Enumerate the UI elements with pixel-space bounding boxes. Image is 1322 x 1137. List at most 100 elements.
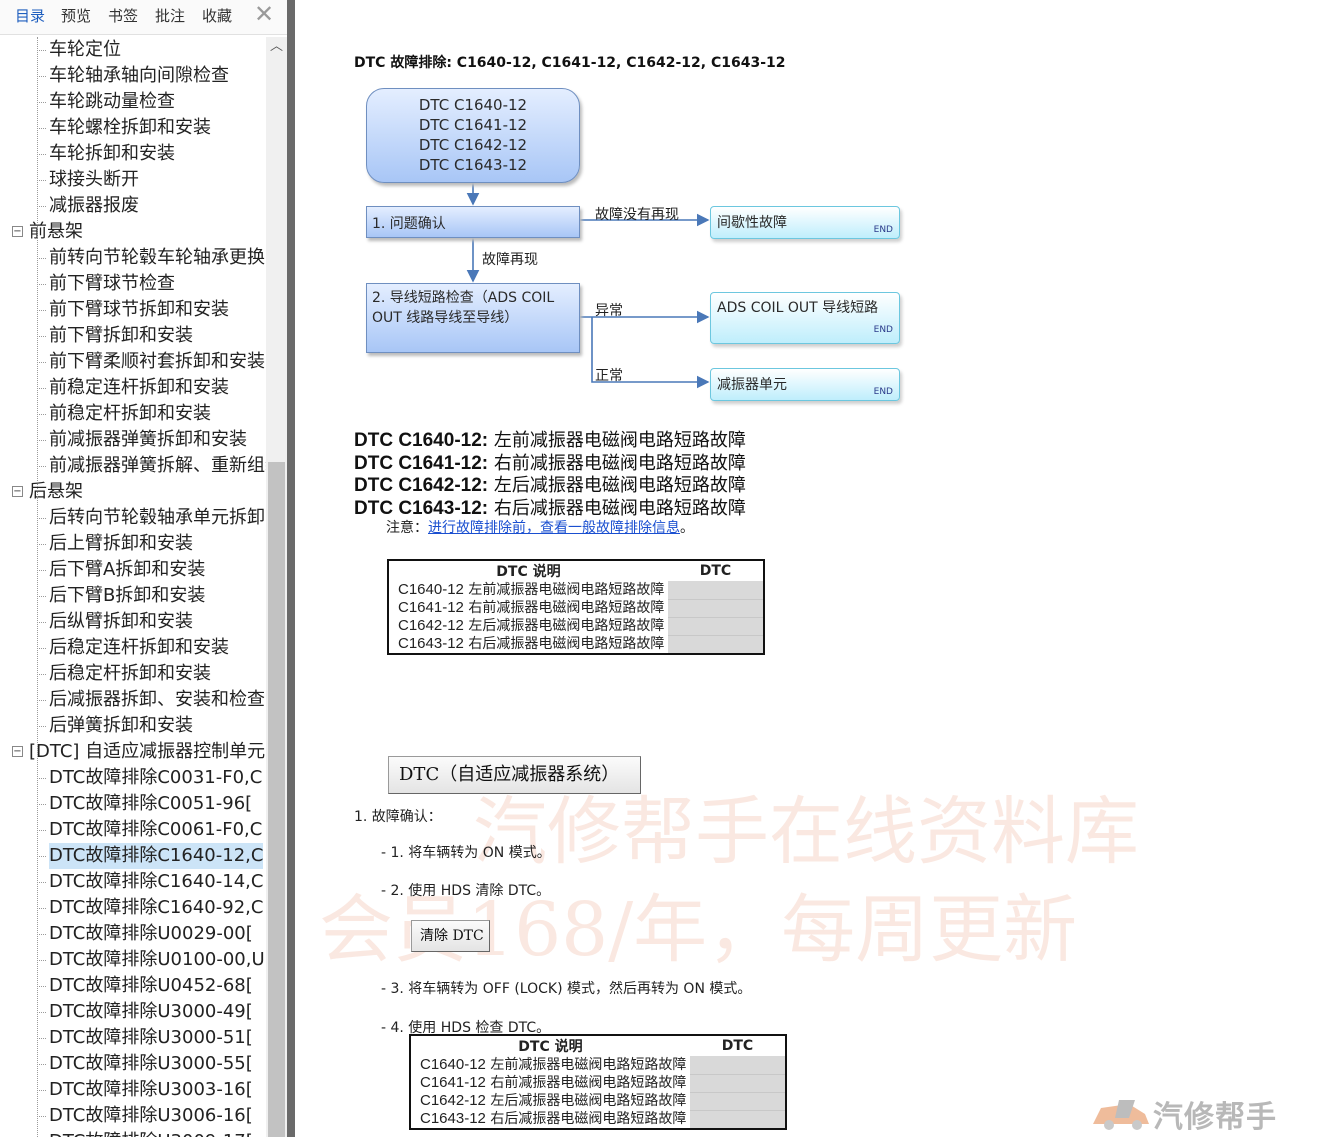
toc-item-label: DTC故障排除U3003-16[ bbox=[49, 1079, 253, 1100]
toc-item[interactable]: DTC故障排除U0452-68[ bbox=[0, 973, 266, 999]
toc-item[interactable]: 后纵臂拆卸和安装 bbox=[0, 609, 266, 635]
toc-item[interactable]: DTC故障排除C0031-F0,C bbox=[0, 765, 266, 791]
toc-item[interactable]: DTC故障排除U3003-16[ bbox=[0, 1077, 266, 1103]
toc-item[interactable]: 车轮轴承轴向间隙检查 bbox=[0, 63, 266, 89]
tree-connector bbox=[37, 206, 46, 207]
tab-preview[interactable]: 预览 bbox=[61, 5, 91, 26]
tree-connector bbox=[37, 544, 46, 545]
toc-item[interactable]: 前下臂球节检查 bbox=[0, 271, 266, 297]
tree-connector bbox=[37, 284, 46, 285]
toc-item[interactable]: DTC故障排除U3000-55[ bbox=[0, 1051, 266, 1077]
toc-item-label: DTC故障排除C1640-12,C bbox=[49, 843, 264, 869]
table-cell-desc: C1640-12 左前减振器电磁阀电路短路故障 bbox=[420, 1056, 687, 1073]
general-troubleshooting-link[interactable]: 进行故障排除前，查看一般故障排除信息 bbox=[428, 520, 680, 536]
toc-item-label: 前转向节轮毂车轮轴承更换 bbox=[49, 247, 265, 268]
toc-item[interactable]: DTC故障排除C0051-96[ bbox=[0, 791, 266, 817]
toc-item[interactable]: 前稳定杆拆卸和安装 bbox=[0, 401, 266, 427]
pane-splitter[interactable] bbox=[287, 0, 295, 1137]
toc-item[interactable]: 后减振器拆卸、安装和检查 bbox=[0, 687, 266, 713]
substep-1: - 1. 将车辆转为 ON 模式。 bbox=[381, 845, 551, 861]
car-logo-icon bbox=[1093, 1100, 1149, 1130]
flow-end-tag: END bbox=[873, 225, 893, 235]
toc-item[interactable]: DTC故障排除U0100-00,U bbox=[0, 947, 266, 973]
toc-item[interactable]: 后稳定连杆拆卸和安装 bbox=[0, 635, 266, 661]
toc-item-label: DTC故障排除C0031-F0,C bbox=[49, 767, 263, 788]
close-icon[interactable]: ✕ bbox=[254, 0, 274, 28]
toc-item[interactable]: 车轮定位 bbox=[0, 37, 266, 63]
toc-item[interactable]: 前下臂柔顺衬套拆卸和安装 bbox=[0, 349, 266, 375]
toc-item-label: DTC故障排除U3000-49[ bbox=[49, 1001, 253, 1022]
toc-scrollbar[interactable]: ︿ bbox=[266, 37, 287, 1137]
scroll-up-icon[interactable]: ︿ bbox=[266, 37, 287, 57]
tab-toc[interactable]: 目录 bbox=[15, 5, 45, 26]
flow-step2-box: 2. 导线短路检查（ADS COIL OUT 线路导线至导线） bbox=[366, 283, 580, 353]
tree-connector bbox=[37, 154, 46, 155]
table-cell-dtc bbox=[689, 1074, 786, 1093]
table-row: C1643-12 右后减振器电磁阀电路短路故障 bbox=[388, 635, 764, 655]
table-cell-desc: C1643-12 右后减振器电磁阀电路短路故障 bbox=[398, 635, 665, 652]
tree-connector bbox=[37, 362, 46, 363]
toc-item-label: 后下臂B拆卸和安装 bbox=[49, 585, 206, 606]
toc-group[interactable]: − 前悬架 bbox=[0, 219, 266, 245]
toc-item-label: DTC故障排除C0061-F0,C bbox=[49, 819, 263, 840]
toc-item[interactable]: 球接头断开 bbox=[0, 167, 266, 193]
tab-bookmarks[interactable]: 书签 bbox=[108, 5, 138, 26]
toc-item[interactable]: DTC故障排除U3009-17[ bbox=[0, 1129, 266, 1137]
tree-connector bbox=[37, 596, 46, 597]
table-row: C1642-12 左后减振器电磁阀电路短路故障 bbox=[410, 1092, 786, 1111]
toc-item[interactable]: 车轮拆卸和安装 bbox=[0, 141, 266, 167]
toc-item[interactable]: 车轮螺栓拆卸和安装 bbox=[0, 115, 266, 141]
sidebar-panel: 目录 预览 书签 批注 收藏 ✕ 车轮定位 车轮轴承轴向间隙检查车轮跳动量检查 车轮… bbox=[0, 0, 287, 1137]
toc-item[interactable]: 减振器报废 bbox=[0, 193, 266, 219]
tab-annotations[interactable]: 批注 bbox=[155, 5, 185, 26]
brand-logo: 汽修帮手 bbox=[1085, 1090, 1322, 1137]
table-row: C1640-12 左前减振器电磁阀电路短路故障 bbox=[388, 581, 764, 600]
toc-item-label: 车轮轴承轴向间隙检查 bbox=[49, 65, 229, 86]
tree-connector bbox=[37, 674, 46, 675]
toc-item[interactable]: 前转向节轮毂车轮轴承更换 bbox=[0, 245, 266, 271]
table-header-dtc: DTC bbox=[699, 563, 732, 579]
toc-item[interactable]: 后下臂B拆卸和安装 bbox=[0, 583, 266, 609]
toc-item[interactable]: 前稳定连杆拆卸和安装 bbox=[0, 375, 266, 401]
toc-item-label: 后稳定连杆拆卸和安装 bbox=[49, 637, 229, 658]
tree-connector bbox=[37, 50, 46, 51]
toc-item[interactable]: 后稳定杆拆卸和安装 bbox=[0, 661, 266, 687]
tree-connector bbox=[37, 700, 46, 701]
toc-item[interactable]: 车轮跳动量检查 bbox=[0, 89, 266, 115]
toc-tree: 车轮定位 车轮轴承轴向间隙检查车轮跳动量检查 车轮螺栓拆卸和安装 车轮拆卸和安装 球接头… bbox=[0, 37, 266, 1137]
collapse-icon[interactable]: − bbox=[12, 486, 23, 497]
toc-item[interactable]: DTC故障排除U3006-16[ bbox=[0, 1103, 266, 1129]
tab-favorites[interactable]: 收藏 bbox=[202, 5, 232, 26]
toc-item[interactable]: DTC故障排除C0061-F0,C bbox=[0, 817, 266, 843]
toc-item[interactable]: DTC故障排除C1640-92,C bbox=[0, 895, 266, 921]
collapse-icon[interactable]: − bbox=[12, 226, 23, 237]
toc-item[interactable]: DTC故障排除C1640-14,C bbox=[0, 869, 266, 895]
toc-item[interactable]: DTC故障排除C1640-12,C bbox=[0, 843, 266, 869]
tree-connector bbox=[37, 778, 46, 779]
toc-item[interactable]: 后转向节轮毂轴承单元拆卸 bbox=[0, 505, 266, 531]
tree-connector bbox=[37, 1090, 46, 1091]
clear-dtc-button[interactable]: 清除 DTC bbox=[411, 920, 490, 952]
toc-item[interactable]: DTC故障排除U3000-49[ bbox=[0, 999, 266, 1025]
toc-item[interactable]: DTC故障排除U3000-51[ bbox=[0, 1025, 266, 1051]
toc-item[interactable]: 前下臂球节拆卸和安装 bbox=[0, 297, 266, 323]
toc-item[interactable]: 前减振器弹簧拆卸和安装 bbox=[0, 427, 266, 453]
flow-start-line: DTC C1642-12 bbox=[418, 136, 528, 154]
scroll-thumb[interactable] bbox=[268, 462, 285, 1137]
toc-item[interactable]: 前下臂拆卸和安装 bbox=[0, 323, 266, 349]
tree-connector bbox=[37, 388, 46, 389]
toc-item[interactable]: 后上臂拆卸和安装 bbox=[0, 531, 266, 557]
collapse-icon[interactable]: − bbox=[12, 746, 23, 757]
toc-item[interactable]: 前减振器弹簧拆解、重新组装 bbox=[0, 453, 266, 479]
dtc-system-button[interactable]: DTC（自适应减振器系统） bbox=[388, 756, 641, 794]
toc-item-label: DTC故障排除U3006-16[ bbox=[49, 1105, 253, 1126]
toc-item-label: 前下臂球节拆卸和安装 bbox=[49, 299, 229, 320]
tree-connector bbox=[37, 830, 46, 831]
toc-group[interactable]: − [DTC] 自适应减振器控制单元 bbox=[0, 739, 266, 765]
table-cell-dtc bbox=[667, 581, 764, 600]
toc-item-label: 前稳定杆拆卸和安装 bbox=[49, 403, 211, 424]
toc-item[interactable]: 后下臂A拆卸和安装 bbox=[0, 557, 266, 583]
toc-item[interactable]: DTC故障排除U0029-00[ bbox=[0, 921, 266, 947]
toc-item[interactable]: 后弹簧拆卸和安装 bbox=[0, 713, 266, 739]
toc-group[interactable]: − 后悬架 bbox=[0, 479, 266, 505]
